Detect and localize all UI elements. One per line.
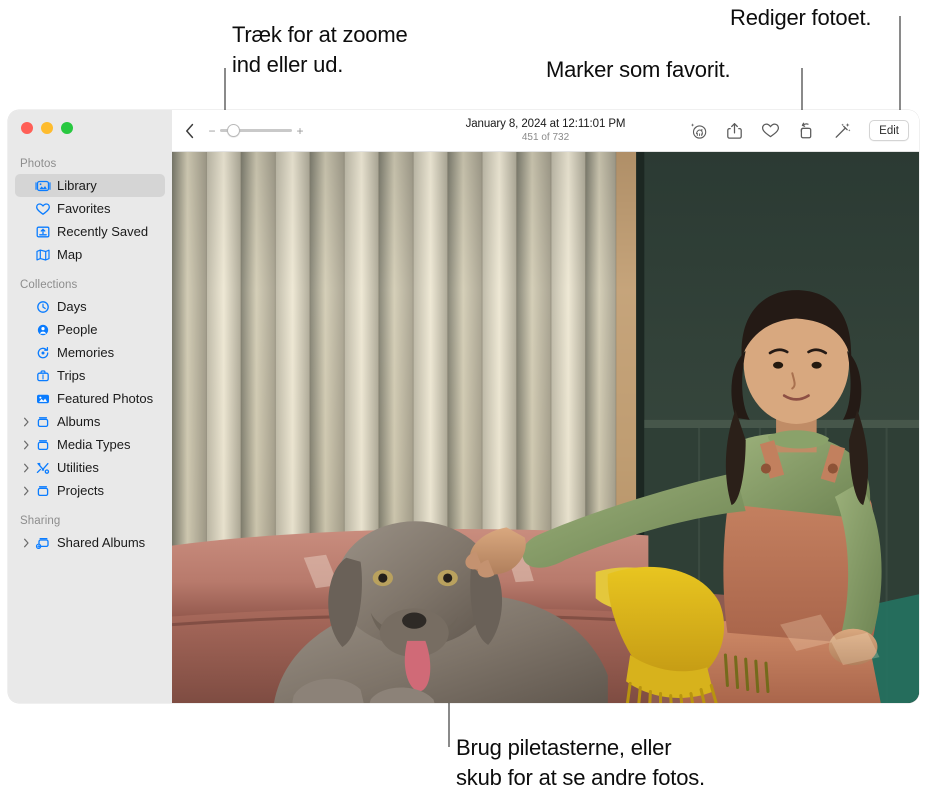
visual-lookup-icon[interactable]	[687, 120, 709, 142]
sidebar-header-photos: Photos	[20, 158, 57, 170]
toolbar: − + January 8, 2024 at 12:11:01 PM 451 o…	[172, 110, 919, 152]
sidebar-item-label: Projects	[57, 483, 104, 498]
sidebar-item-albums[interactable]: Albums	[15, 410, 165, 433]
sidebar-group-photos: Photos Library Favorites Recently Saved …	[8, 158, 172, 266]
recently-saved-icon	[33, 225, 52, 239]
sidebar-item-shared-albums[interactable]: Shared Albums	[15, 531, 165, 554]
suitcase-icon	[33, 369, 52, 383]
swipe-callout: Brug piletasterne, eller skub for at se …	[456, 735, 705, 790]
chevron-right-icon[interactable]	[20, 417, 32, 427]
toolbar-actions: Edit	[687, 120, 919, 142]
zoom-callout: Træk for at zoome ind eller ud.	[232, 22, 408, 77]
zoom-slider-control[interactable]: − +	[208, 124, 304, 138]
heart-icon	[33, 202, 52, 216]
sidebar-item-label: Albums	[57, 414, 101, 429]
maximize-button[interactable]	[61, 122, 73, 134]
zoom-in-label[interactable]: +	[296, 125, 304, 137]
sidebar-item-label: Featured Photos	[57, 391, 154, 406]
clock-icon	[33, 300, 52, 314]
zoom-slider[interactable]	[220, 124, 292, 138]
sidebar-item-utilities[interactable]: Utilities	[15, 456, 165, 479]
utilities-icon	[33, 461, 52, 475]
sidebar-item-memories[interactable]: Memories	[15, 341, 165, 364]
sidebar-item-map[interactable]: Map	[15, 243, 165, 266]
chevron-left-icon[interactable]	[181, 120, 199, 142]
photos-library-icon	[33, 179, 52, 193]
sidebar-item-label: Days	[57, 299, 87, 314]
traffic-lights	[8, 110, 172, 142]
sidebar-item-label: Shared Albums	[57, 535, 146, 550]
sidebar-item-label: Library	[57, 178, 97, 193]
chevron-right-icon[interactable]	[20, 538, 32, 548]
edit-button[interactable]: Edit	[869, 120, 909, 141]
sidebar-item-media-types[interactable]: Media Types	[15, 433, 165, 456]
sidebar-item-label: Utilities	[57, 460, 99, 475]
minimize-button[interactable]	[41, 122, 53, 134]
favorite-callout: Marker som favorit.	[546, 57, 731, 82]
sidebar-item-library[interactable]: Library	[15, 174, 165, 197]
sidebar-group-sharing: Sharing Shared Albums	[8, 515, 172, 554]
memories-icon	[33, 346, 52, 360]
sidebar-header-sharing: Sharing	[20, 515, 61, 527]
zoom-out-label[interactable]: −	[208, 125, 216, 137]
auto-enhance-icon[interactable]	[831, 120, 853, 142]
featured-photos-icon	[33, 392, 52, 406]
toolbar-left: − +	[172, 120, 304, 142]
sidebar-header-collections: Collections	[20, 279, 78, 291]
chevron-right-icon[interactable]	[20, 440, 32, 450]
sidebar-item-label: Memories	[57, 345, 115, 360]
chevron-right-icon[interactable]	[20, 463, 32, 473]
shared-album-icon	[33, 536, 52, 550]
sidebar-group-collections: Collections Days People Memories Trips F…	[8, 279, 172, 502]
zoom-slider-knob[interactable]	[227, 124, 240, 137]
sidebar-item-label: Favorites	[57, 201, 111, 216]
sidebar-scroll[interactable]: Photos Library Favorites Recently Saved …	[8, 142, 172, 554]
photo-viewer[interactable]	[172, 152, 919, 703]
person-circle-icon	[33, 323, 52, 337]
sidebar-item-projects[interactable]: Projects	[15, 479, 165, 502]
sidebar-item-label: People	[57, 322, 98, 337]
sidebar: Photos Library Favorites Recently Saved …	[8, 110, 172, 703]
album-icon	[33, 484, 52, 498]
rotate-icon[interactable]	[795, 120, 817, 142]
chevron-right-icon[interactable]	[20, 486, 32, 496]
sidebar-item-featured-photos[interactable]: Featured Photos	[15, 387, 165, 410]
album-icon	[33, 438, 52, 452]
sidebar-item-label: Media Types	[57, 437, 131, 452]
sidebar-item-label: Trips	[57, 368, 86, 383]
sidebar-item-label: Recently Saved	[57, 224, 149, 239]
photo-image[interactable]	[172, 152, 919, 703]
sidebar-item-days[interactable]: Days	[15, 295, 165, 318]
sidebar-item-trips[interactable]: Trips	[15, 364, 165, 387]
edit-callout-leader	[899, 16, 901, 123]
content-area: − + January 8, 2024 at 12:11:01 PM 451 o…	[172, 110, 919, 703]
heart-icon[interactable]	[759, 120, 781, 142]
edit-callout: Rediger fotoet.	[730, 5, 872, 30]
map-icon	[33, 248, 52, 262]
sidebar-item-recently-saved[interactable]: Recently Saved	[15, 220, 165, 243]
photos-app-window: Photos Library Favorites Recently Saved …	[8, 110, 919, 703]
sidebar-item-label: Map	[57, 247, 83, 262]
close-button[interactable]	[21, 122, 33, 134]
sidebar-item-favorites[interactable]: Favorites	[15, 197, 165, 220]
album-icon	[33, 415, 52, 429]
sidebar-item-people[interactable]: People	[15, 318, 165, 341]
share-icon[interactable]	[723, 120, 745, 142]
